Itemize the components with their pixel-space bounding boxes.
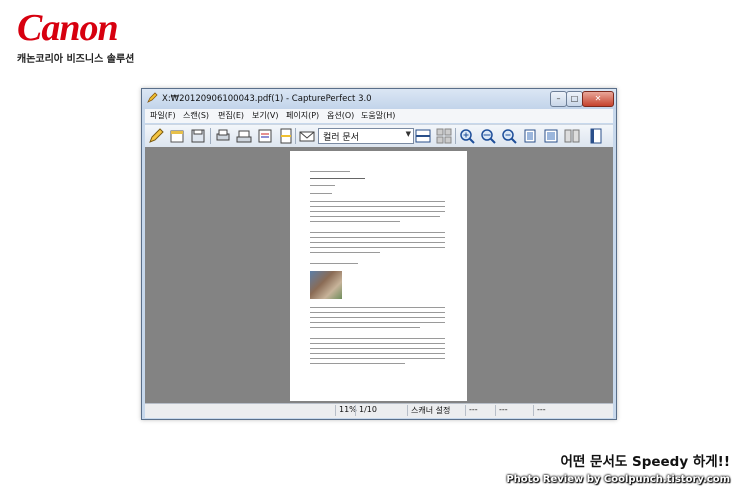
fit-page-icon[interactable] — [543, 128, 559, 144]
text-line — [310, 242, 445, 244]
text-line — [310, 327, 420, 329]
thumbnail-view-icon[interactable] — [436, 128, 452, 144]
text-line — [310, 338, 445, 340]
toolbar-separator — [210, 128, 211, 144]
page-layout-icon[interactable] — [564, 128, 580, 144]
status-field-3: --- — [533, 405, 546, 416]
canon-logo: Canon — [17, 7, 119, 49]
toolbar-separator — [455, 128, 456, 144]
text-line — [310, 171, 350, 173]
print-icon[interactable] — [215, 128, 231, 144]
scan-page-icon[interactable] — [278, 128, 294, 144]
text-line — [310, 221, 400, 223]
caption-text: 어떤 문서도 Speedy 하게!! — [560, 454, 730, 470]
chevron-down-icon: ▼ — [405, 130, 411, 138]
text-line — [310, 178, 365, 180]
photo-credit: Photo Review by Coolpunch.tistory.com — [506, 474, 730, 485]
text-line — [310, 343, 445, 345]
brand-logo-block: Canon 캐논코리아 비즈니스 솔루션 — [17, 8, 134, 65]
text-line — [310, 252, 380, 254]
document-page[interactable] — [290, 151, 467, 401]
text-line — [310, 322, 445, 324]
status-field-1: --- — [465, 405, 478, 416]
edit-pen-icon[interactable] — [148, 128, 164, 144]
menu-edit[interactable]: 편집(E) — [218, 110, 244, 121]
status-scanner-settings: 스캐너 설정 — [407, 405, 450, 416]
text-line — [310, 307, 445, 309]
scan-profile-value: 컬러 문서 — [323, 133, 359, 143]
text-line — [310, 317, 445, 319]
zoom-in-icon[interactable] — [459, 128, 475, 144]
menu-scan[interactable]: 스캔(S) — [183, 110, 209, 121]
menu-page[interactable]: 페이지(P) — [286, 110, 319, 121]
document-photo — [310, 271, 342, 299]
rotate-page-icon[interactable] — [522, 128, 538, 144]
text-line — [310, 363, 405, 365]
menu-help[interactable]: 도움말(H) — [361, 110, 395, 121]
toolbar: 컬러 문서 ▼ — [145, 124, 613, 148]
text-line — [310, 185, 335, 187]
email-icon[interactable] — [299, 128, 315, 144]
status-field-2: --- — [495, 405, 508, 416]
text-line — [310, 353, 445, 355]
close-button[interactable]: ✕ — [582, 91, 614, 107]
minimize-button[interactable]: – — [550, 91, 567, 107]
scan-batch-icon[interactable] — [257, 128, 273, 144]
text-line — [310, 193, 332, 195]
text-line — [310, 211, 445, 213]
zoom-out-icon[interactable] — [501, 128, 517, 144]
text-line — [310, 237, 445, 239]
window-title: X:₩20120906100043.pdf(1) - CapturePerfec… — [162, 94, 372, 104]
brand-tagline: 캐논코리아 비즈니스 솔루션 — [17, 54, 135, 65]
menu-file[interactable]: 파일(F) — [150, 110, 176, 121]
status-bar: 11% 1/10 스캐너 설정 --- --- --- — [145, 403, 613, 418]
document-viewer[interactable] — [145, 147, 613, 403]
text-line — [310, 348, 445, 350]
text-line — [310, 247, 445, 249]
app-window: X:₩20120906100043.pdf(1) - CapturePerfec… — [141, 88, 617, 420]
scan-icon[interactable] — [236, 128, 252, 144]
text-line — [310, 312, 445, 314]
text-line — [310, 216, 440, 218]
menu-bar: 파일(F) 스캔(S) 편집(E) 보기(V) 페이지(P) 옵션(O) 도움말… — [145, 109, 613, 123]
menu-view[interactable]: 보기(V) — [252, 110, 278, 121]
fit-width-icon[interactable] — [480, 128, 496, 144]
text-line — [310, 263, 358, 265]
text-line — [310, 232, 445, 234]
open-folder-icon[interactable] — [169, 128, 185, 144]
maximize-button[interactable]: □ — [566, 91, 583, 107]
app-pen-icon — [147, 92, 158, 103]
text-line — [310, 358, 445, 360]
text-line — [310, 206, 445, 208]
toolbar-separator — [295, 128, 296, 144]
save-icon[interactable] — [190, 128, 206, 144]
book-icon[interactable] — [588, 128, 604, 144]
status-page: 1/10 — [355, 405, 377, 416]
scan-profile-select[interactable]: 컬러 문서 ▼ — [318, 128, 414, 144]
split-view-icon[interactable] — [415, 128, 431, 144]
title-bar[interactable]: X:₩20120906100043.pdf(1) - CapturePerfec… — [142, 89, 616, 109]
menu-options[interactable]: 옵션(O) — [327, 110, 354, 121]
status-zoom: 11% — [335, 405, 357, 416]
text-line — [310, 201, 445, 203]
